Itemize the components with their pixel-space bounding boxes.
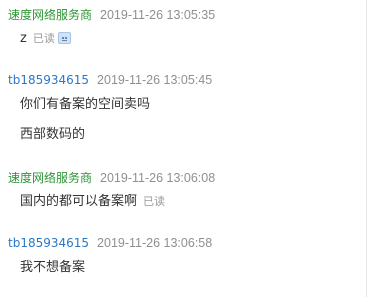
smiley-sticker-icon bbox=[57, 32, 71, 44]
message-header: tb185934615 2019-11-26 13:06:58 bbox=[8, 234, 212, 252]
message-time: 2019-11-26 13:05:35 bbox=[100, 8, 216, 22]
read-status: 已读 bbox=[143, 195, 166, 208]
message-header: 速度网络服务商 2019-11-26 13:05:35 bbox=[8, 6, 215, 24]
message-text: 你们有备案的空间卖吗 bbox=[20, 97, 151, 112]
read-status: 已读 bbox=[32, 32, 55, 45]
message-text: 西部数码的 bbox=[20, 127, 86, 142]
message-line: 国内的都可以备案啊 bbox=[20, 194, 138, 209]
message-header: 速度网络服务商 2019-11-26 13:06:08 bbox=[8, 169, 215, 187]
message-text: z 已读 bbox=[20, 29, 71, 49]
sender-name[interactable]: 速度网络服务商 bbox=[8, 8, 92, 22]
sender-name[interactable]: 速度网络服务商 bbox=[8, 171, 92, 185]
message-time: 2019-11-26 13:06:58 bbox=[97, 236, 213, 250]
sender-name[interactable]: tb185934615 bbox=[8, 73, 89, 87]
message-text: 我不想备案 bbox=[20, 260, 86, 275]
message-header: tb185934615 2019-11-26 13:05:45 bbox=[8, 71, 212, 89]
message-time: 2019-11-26 13:06:08 bbox=[100, 171, 216, 185]
sender-name[interactable]: tb185934615 bbox=[8, 236, 89, 250]
message-text: 国内的都可以备案啊 已读 bbox=[20, 192, 165, 212]
message-time: 2019-11-26 13:05:45 bbox=[97, 73, 213, 87]
message-line: z bbox=[20, 31, 27, 46]
